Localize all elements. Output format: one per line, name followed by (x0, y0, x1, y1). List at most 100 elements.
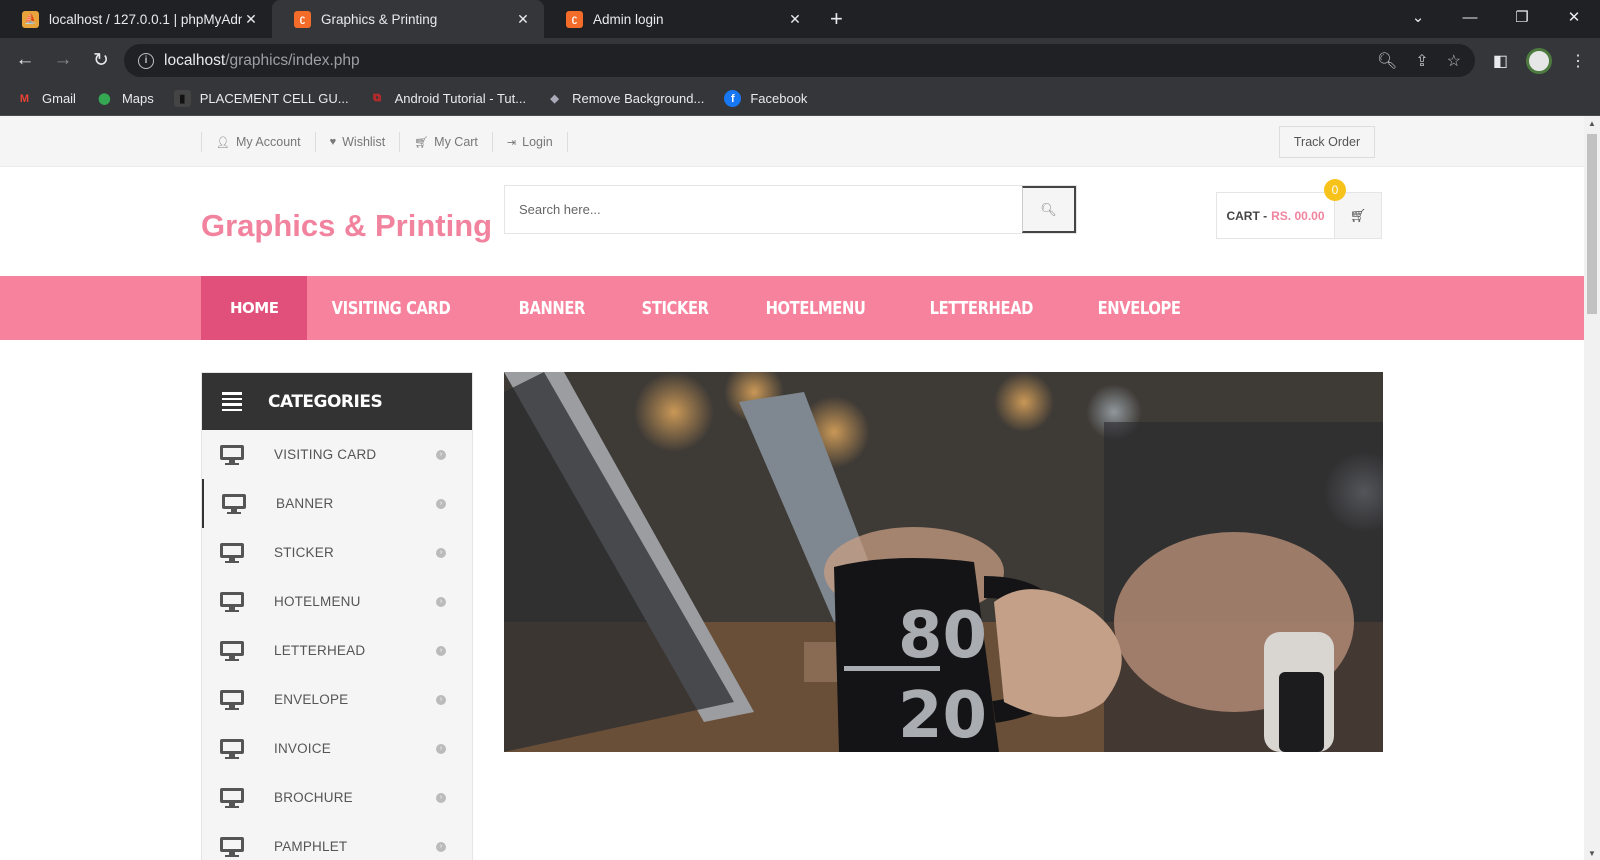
cart-label: CART - RS. 00.00 (1217, 193, 1335, 238)
forward-icon[interactable]: → (44, 49, 82, 71)
reload-icon[interactable]: ↻ (82, 49, 120, 72)
share-icon[interactable]: ⇪ (1415, 51, 1428, 71)
cart-summary[interactable]: CART - RS. 00.00 🛒︎ (1216, 192, 1382, 239)
chevron-right-icon: › (436, 449, 446, 460)
category-label: PAMPHLET (274, 839, 348, 854)
web-page: 👤︎ My Account ♥ Wishlist 🛒︎ My Cart ⇥ Login … (0, 116, 1584, 860)
my-account-link[interactable]: 👤︎ My Account (201, 132, 315, 152)
cart-icon[interactable]: 🛒︎ (1335, 193, 1381, 238)
chevron-right-icon: › (436, 792, 446, 803)
category-item[interactable]: STICKER › (202, 528, 472, 577)
tab-graphics-printing[interactable]: ʗ Graphics & Printing ✕ (272, 0, 544, 38)
page-scrollbar[interactable]: ▲ ▼ (1584, 116, 1600, 860)
close-tab-icon[interactable]: ✕ (514, 11, 532, 28)
category-label: STICKER (274, 545, 334, 560)
category-list: VISITING CARD › BANNER › STICKER › HOTELMENU › L… (202, 430, 472, 860)
scroll-down-icon[interactable]: ▼ (1588, 849, 1596, 858)
nav-sticker[interactable]: STICKER (617, 276, 733, 340)
bookmark-facebook[interactable]: f Facebook (724, 90, 807, 107)
bookmarks-bar: M Gmail ⬤ Maps ▮ PLACEMENT CELL GU... ⧉ Andr… (0, 82, 1600, 116)
gmail-icon: M (19, 92, 30, 105)
main-nav: HOME VISITING CARD BANNER STICKER HOTELM… (0, 276, 1584, 340)
my-cart-link[interactable]: 🛒︎ My Cart (399, 132, 492, 152)
nav-visiting-card[interactable]: VISITING CARD (307, 276, 475, 340)
category-label: LETTERHEAD (274, 643, 366, 658)
hero-banner-image[interactable]: 80 20 (504, 372, 1383, 752)
desktop-icon (220, 640, 244, 661)
nav-envelope[interactable]: ENVELOPE (1073, 276, 1205, 340)
track-order-button[interactable]: Track Order (1279, 126, 1375, 158)
xampp-favicon-icon: ʗ (566, 10, 583, 28)
site-info-icon[interactable]: i (138, 52, 154, 69)
desktop-icon (220, 787, 244, 808)
search-icon: 🔍︎ (1040, 201, 1057, 217)
bookmark-gmail[interactable]: M Gmail (16, 90, 76, 107)
menu-kebab-icon[interactable]: ⋮ (1570, 51, 1586, 71)
desktop-icon (220, 689, 244, 710)
category-label: BANNER (276, 496, 334, 511)
bookmark-star-icon[interactable]: ☆ (1447, 51, 1461, 71)
category-item[interactable]: LETTERHEAD › (202, 626, 472, 675)
window-controls: ⌄ — ❐ ✕ (1392, 0, 1600, 38)
category-label: BROCHURE (274, 790, 353, 805)
side-panel-icon[interactable]: ◧ (1493, 51, 1508, 71)
close-tab-icon[interactable]: ✕ (242, 11, 260, 28)
menu-bars-icon (222, 392, 242, 411)
desktop-icon (222, 493, 246, 514)
mug-text-top: 80 (898, 599, 987, 673)
zoom-icon[interactable]: 🔍︎ (1377, 51, 1397, 71)
bookmark-placement-cell[interactable]: ▮ PLACEMENT CELL GU... (173, 90, 349, 107)
search-input[interactable] (505, 186, 1022, 233)
category-item[interactable]: BANNER › (202, 479, 472, 528)
omnibox[interactable]: i localhost/graphics/index.php 🔍︎ ⇪ ☆ (124, 44, 1475, 77)
close-window-icon[interactable]: ✕ (1548, 0, 1600, 38)
nav-banner[interactable]: BANNER (494, 276, 610, 340)
wishlist-link[interactable]: ♥ Wishlist (314, 132, 400, 152)
category-item[interactable]: INVOICE › (202, 724, 472, 773)
categories-header: CATEGORIES (202, 373, 472, 430)
tab-phpmyadmin[interactable]: ⛵ localhost / 127.0.0.1 | phpMyAdmin ✕ (0, 0, 272, 38)
tab-search-icon[interactable]: ⌄ (1392, 0, 1444, 38)
minimize-icon[interactable]: — (1444, 0, 1496, 38)
chevron-right-icon: › (436, 498, 446, 509)
category-item[interactable]: PAMPHLET › (202, 822, 472, 860)
login-link[interactable]: ⇥ Login (491, 132, 568, 152)
back-icon[interactable]: ← (6, 49, 44, 71)
chevron-right-icon: › (436, 841, 446, 852)
hero-illustration: 80 20 (504, 372, 1383, 752)
nav-home[interactable]: HOME (201, 276, 308, 340)
phpmyadmin-favicon-icon: ⛵ (22, 10, 39, 28)
top-bar: 👤︎ My Account ♥ Wishlist 🛒︎ My Cart ⇥ Login … (0, 116, 1584, 167)
bookmark-remove-background[interactable]: ◆ Remove Background... (546, 90, 704, 107)
chevron-right-icon: › (436, 694, 446, 705)
bookmark-maps[interactable]: ⬤ Maps (96, 90, 153, 107)
tab-title: Admin login (593, 11, 664, 27)
category-item[interactable]: VISITING CARD › (202, 430, 472, 479)
scroll-up-icon[interactable]: ▲ (1588, 119, 1596, 128)
site-logo[interactable]: Graphics & Printing (201, 208, 492, 244)
bookmark-android-tutorial[interactable]: ⧉ Android Tutorial - Tut... (369, 90, 526, 107)
profile-avatar[interactable] (1526, 48, 1552, 74)
desktop-icon (220, 444, 244, 465)
restore-icon[interactable]: ❐ (1496, 0, 1548, 38)
nav-letterhead[interactable]: LETTERHEAD (905, 276, 1058, 340)
tab-admin-login[interactable]: ʗ Admin login ✕ (544, 0, 816, 38)
android-tutorial-icon: ⧉ (373, 92, 381, 104)
category-item[interactable]: HOTELMENU › (202, 577, 472, 626)
cart-count-badge: 0 (1324, 179, 1346, 201)
category-label: HOTELMENU (274, 594, 361, 609)
category-item[interactable]: BROCHURE › (202, 773, 472, 822)
categories-sidebar: CATEGORIES VISITING CARD › BANNER › STICKER ›… (201, 372, 473, 860)
cart-amount: RS. 00.00 (1271, 208, 1325, 223)
scrollbar-thumb[interactable] (1587, 134, 1597, 314)
user-icon: 👤︎ (216, 136, 230, 149)
search-button[interactable]: 🔍︎ (1022, 186, 1076, 233)
nav-hotelmenu[interactable]: HOTELMENU (741, 276, 890, 340)
category-item[interactable]: ENVELOPE › (202, 675, 472, 724)
desktop-icon (220, 836, 244, 857)
xampp-favicon-icon: ʗ (294, 10, 311, 28)
desktop-icon (220, 591, 244, 612)
close-tab-icon[interactable]: ✕ (786, 11, 804, 28)
new-tab-icon[interactable]: + (830, 0, 843, 38)
placement-cell-icon: ▮ (173, 90, 191, 107)
